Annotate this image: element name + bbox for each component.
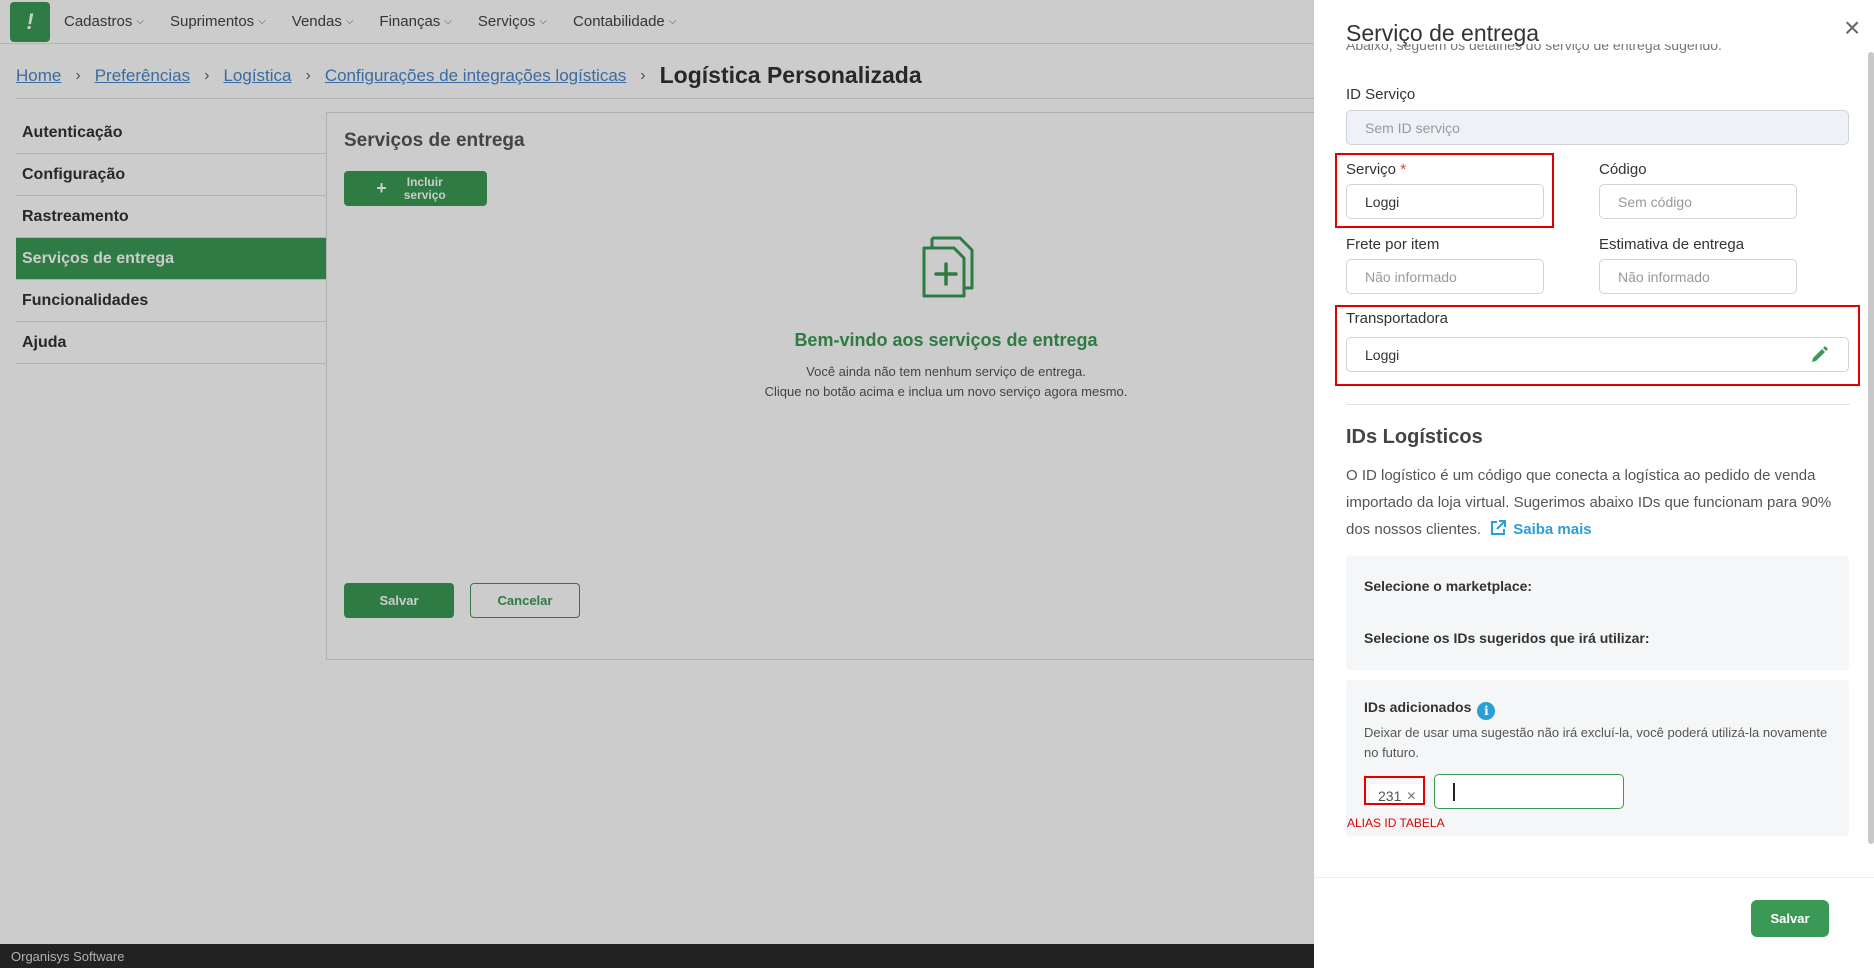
added-ids-label: IDs adicionados i — [1364, 699, 1496, 720]
id-tag-input[interactable] — [1434, 774, 1624, 809]
close-icon[interactable]: × — [1844, 14, 1860, 42]
added-ids-panel: IDs adicionados i Deixar de usar uma suge… — [1346, 680, 1849, 836]
estimativa-input[interactable] — [1599, 259, 1797, 294]
marketplace-panel: Selecione o marketplace: Selecione os ID… — [1346, 556, 1849, 670]
saiba-mais-link[interactable]: Saiba mais — [1513, 521, 1591, 538]
added-ids-help: Deixar de usar uma sugestão não irá excl… — [1364, 725, 1828, 760]
id-servico-label: ID Serviço — [1346, 86, 1416, 103]
highlight-box — [1335, 305, 1860, 386]
highlight-box — [1335, 153, 1554, 228]
modal-overlay[interactable] — [0, 0, 1314, 968]
highlight-box — [1364, 776, 1425, 805]
scrollbar[interactable] — [1868, 52, 1874, 844]
codigo-input[interactable] — [1599, 184, 1797, 219]
id-servico-input[interactable] — [1346, 110, 1849, 145]
drawer-save-button[interactable]: Salvar — [1751, 900, 1829, 937]
divider — [1314, 877, 1874, 878]
estimativa-label: Estimativa de entrega — [1599, 236, 1745, 253]
drawer-subtitle: Abaixo, seguem os detalhes do serviço de… — [1346, 44, 1722, 53]
ids-section-description: O ID logístico é um código que conecta a… — [1346, 462, 1846, 546]
text-caret — [1453, 783, 1455, 801]
suggested-ids-label: Selecione os IDs sugeridos que irá utili… — [1364, 630, 1650, 646]
marketplace-label: Selecione o marketplace: — [1364, 578, 1533, 594]
codigo-label: Código — [1599, 161, 1647, 178]
info-icon[interactable]: i — [1477, 702, 1496, 720]
ids-section-title: IDs Logísticos — [1346, 426, 1483, 448]
divider — [1346, 404, 1850, 405]
frete-label: Frete por item — [1346, 236, 1440, 253]
annotation-label: ALIAS ID TABELA — [1347, 816, 1445, 830]
frete-input[interactable] — [1346, 259, 1544, 294]
external-link-icon[interactable] — [1489, 519, 1507, 546]
drawer-title: Serviço de entrega — [1346, 20, 1540, 46]
